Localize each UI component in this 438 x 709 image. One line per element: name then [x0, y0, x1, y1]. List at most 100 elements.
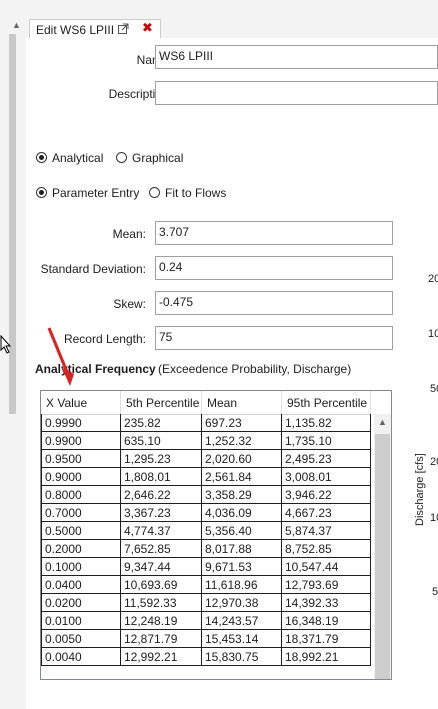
- table-cell[interactable]: 3,008.01: [282, 468, 371, 486]
- table-cell[interactable]: 11,592.33: [121, 594, 202, 612]
- skew-field[interactable]: -0.475: [155, 291, 393, 315]
- table-row[interactable]: 0.9000 1,808.01 2,561.84 3,008.01: [41, 468, 371, 486]
- tab-title: Edit WS6 LPIII: [36, 23, 115, 37]
- table-cell[interactable]: 1,135.82: [282, 414, 371, 432]
- y-tick-label: 100: [428, 328, 438, 340]
- table-row[interactable]: 0.0100 12,248.19 14,243.57 16,348.19: [41, 612, 371, 630]
- table-row[interactable]: 0.0400 10,693.69 11,618.96 12,793.69: [41, 576, 371, 594]
- table-cell[interactable]: 18,992.21: [282, 648, 371, 666]
- table-cell[interactable]: 10,547.44: [282, 558, 371, 576]
- table-cell[interactable]: 0.9990: [41, 414, 121, 432]
- table-cell[interactable]: 8,017.88: [202, 540, 282, 558]
- table-cell[interactable]: 0.7000: [41, 504, 121, 522]
- table-cell[interactable]: 1,252.32: [202, 432, 282, 450]
- table-cell[interactable]: 235.82: [121, 414, 202, 432]
- table-cell[interactable]: 9,671.53: [202, 558, 282, 576]
- description-field[interactable]: [155, 81, 438, 105]
- tab-edit-ws6-lpiii[interactable]: Edit WS6 LPIII ✖: [29, 19, 161, 39]
- radio-parameter-entry[interactable]: Parameter Entry: [36, 186, 139, 202]
- table-cell[interactable]: 12,970.38: [202, 594, 282, 612]
- radio-analytical[interactable]: Analytical: [36, 151, 103, 167]
- table-row[interactable]: 0.7000 3,367.23 4,036.09 4,667.23: [41, 504, 371, 522]
- column-header-5th-percentile[interactable]: 5th Percentile: [121, 391, 202, 414]
- table-cell[interactable]: 7,652.85: [121, 540, 202, 558]
- table-cell[interactable]: 0.5000: [41, 522, 121, 540]
- table-row[interactable]: 0.9900 635.10 1,252.32 1,735.10: [41, 432, 371, 450]
- table-cell[interactable]: 12,871.79: [121, 630, 202, 648]
- table-cell[interactable]: 15,453.14: [202, 630, 282, 648]
- table-cell[interactable]: 12,793.69: [282, 576, 371, 594]
- dock-splitter[interactable]: [9, 34, 16, 414]
- cursor-icon: [0, 335, 12, 354]
- std-field[interactable]: 0.24: [155, 256, 393, 280]
- table-cell[interactable]: 0.0200: [41, 594, 121, 612]
- table-row[interactable]: 0.9500 1,295.23 2,020.60 2,495.23: [41, 450, 371, 468]
- table-cell[interactable]: 16,348.19: [282, 612, 371, 630]
- table-cell[interactable]: 3,358.29: [202, 486, 282, 504]
- table-cell[interactable]: 0.0400: [41, 576, 121, 594]
- scroll-up-icon[interactable]: ▲: [378, 417, 387, 427]
- table-cell[interactable]: 4,774.37: [121, 522, 202, 540]
- table-cell[interactable]: 0.1000: [41, 558, 121, 576]
- table-cell[interactable]: 11,618.96: [202, 576, 282, 594]
- table-cell[interactable]: 0.0100: [41, 612, 121, 630]
- table-cell[interactable]: 5,356.40: [202, 522, 282, 540]
- radio-fit-to-flows[interactable]: Fit to Flows: [149, 186, 226, 202]
- table-cell[interactable]: 10,693.69: [121, 576, 202, 594]
- table-cell[interactable]: 5,874.37: [282, 522, 371, 540]
- y-axis-label: Discharge [cfs]: [414, 453, 426, 526]
- table-row[interactable]: 0.1000 9,347.44 9,671.53 10,547.44: [41, 558, 371, 576]
- table-cell[interactable]: 2,561.84: [202, 468, 282, 486]
- table-cell[interactable]: 0.8000: [41, 486, 121, 504]
- table-cell[interactable]: 2,495.23: [282, 450, 371, 468]
- table-cell[interactable]: 0.0050: [41, 630, 121, 648]
- table-cell[interactable]: 12,248.19: [121, 612, 202, 630]
- column-header-mean[interactable]: Mean: [202, 391, 282, 414]
- table-cell[interactable]: 4,036.09: [202, 504, 282, 522]
- table-cell[interactable]: 8,752.85: [282, 540, 371, 558]
- table-cell[interactable]: 9,347.44: [121, 558, 202, 576]
- tab-bar: Edit WS6 LPIII ✖: [26, 0, 438, 39]
- table-cell[interactable]: 2,646.22: [121, 486, 202, 504]
- table-cell[interactable]: 3,946.22: [282, 486, 371, 504]
- table-row[interactable]: 0.0040 12,992.21 15,830.75 18,992.21: [41, 648, 371, 666]
- table-row[interactable]: 0.2000 7,652.85 8,017.88 8,752.85: [41, 540, 371, 558]
- table-scrollbar[interactable]: ▲: [374, 414, 391, 679]
- table-cell[interactable]: 635.10: [121, 432, 202, 450]
- radio-unselected-icon: [116, 152, 127, 163]
- table-cell[interactable]: 12,992.21: [121, 648, 202, 666]
- chevron-up-icon[interactable]: ▲: [12, 20, 21, 30]
- table-row[interactable]: 0.0050 12,871.79 15,453.14 18,371.79: [41, 630, 371, 648]
- table-cell[interactable]: 1,735.10: [282, 432, 371, 450]
- table-row[interactable]: 0.8000 2,646.22 3,358.29 3,946.22: [41, 486, 371, 504]
- table-cell[interactable]: 2,020.60: [202, 450, 282, 468]
- popout-icon[interactable]: [118, 23, 129, 34]
- table-cell[interactable]: 0.9000: [41, 468, 121, 486]
- radio-graphical[interactable]: Graphical: [116, 151, 183, 167]
- scroll-thumb[interactable]: [375, 434, 390, 679]
- table-cell[interactable]: 0.9500: [41, 450, 121, 468]
- name-field[interactable]: WS6 LPIII: [155, 45, 438, 69]
- table-cell[interactable]: 0.2000: [41, 540, 121, 558]
- close-icon[interactable]: ✖: [142, 21, 153, 35]
- table-row[interactable]: 0.5000 4,774.37 5,356.40 5,874.37: [41, 522, 371, 540]
- column-header-x-value[interactable]: X Value: [41, 391, 121, 414]
- radio-graphical-label: Graphical: [132, 151, 184, 165]
- table-row[interactable]: 0.0200 11,592.33 12,970.38 14,392.33: [41, 594, 371, 612]
- table-cell[interactable]: 14,392.33: [282, 594, 371, 612]
- table-cell[interactable]: 1,295.23: [121, 450, 202, 468]
- table-cell[interactable]: 1,808.01: [121, 468, 202, 486]
- table-cell[interactable]: 18,371.79: [282, 630, 371, 648]
- analytical-frequency-table[interactable]: X Value 5th Percentile Mean 95th Percent…: [40, 390, 392, 680]
- table-cell[interactable]: 4,667.23: [282, 504, 371, 522]
- table-cell[interactable]: 0.9900: [41, 432, 121, 450]
- table-cell[interactable]: 14,243.57: [202, 612, 282, 630]
- table-cell[interactable]: 697.23: [202, 414, 282, 432]
- table-cell[interactable]: 15,830.75: [202, 648, 282, 666]
- table-cell[interactable]: 0.0040: [41, 648, 121, 666]
- table-row[interactable]: 0.9990 235.82 697.23 1,135.82: [41, 414, 371, 432]
- record-length-field[interactable]: 75: [155, 326, 393, 350]
- mean-field[interactable]: 3.707: [155, 221, 393, 245]
- table-cell[interactable]: 3,367.23: [121, 504, 202, 522]
- column-header-95th-percentile[interactable]: 95th Percentile: [282, 391, 371, 414]
